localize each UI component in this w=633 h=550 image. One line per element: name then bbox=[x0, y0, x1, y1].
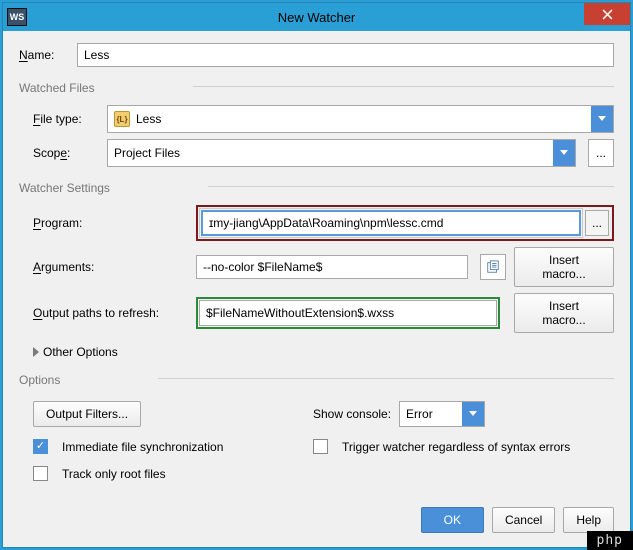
chevron-down-icon bbox=[462, 402, 484, 426]
dialog-content: Name: Watched Files File type: {L} Less … bbox=[3, 31, 630, 496]
section-title-settings: Watcher Settings bbox=[19, 181, 110, 195]
program-browse-button[interactable]: ... bbox=[585, 210, 609, 236]
section-title-watched: Watched Files bbox=[19, 81, 95, 95]
cancel-button[interactable]: Cancel bbox=[492, 507, 555, 533]
separator bbox=[158, 378, 614, 379]
separator bbox=[193, 86, 614, 87]
help-button[interactable]: Help bbox=[563, 507, 614, 533]
insert-macro-output-button[interactable]: Insert macro... bbox=[514, 293, 614, 333]
ok-button[interactable]: OK bbox=[421, 507, 484, 533]
track-root-label: Track only root files bbox=[62, 467, 166, 481]
show-console-cell: Show console: Error bbox=[313, 401, 614, 427]
filetype-row: File type: {L} Less bbox=[19, 105, 614, 133]
chevron-down-icon bbox=[553, 140, 575, 166]
show-console-label: Show console: bbox=[313, 407, 391, 421]
watched-files-section: Watched Files bbox=[19, 73, 614, 99]
trigger-watcher-label: Trigger watcher regardless of syntax err… bbox=[342, 440, 570, 454]
output-filters-cell: Output Filters... bbox=[33, 401, 313, 427]
watermark: php bbox=[587, 531, 633, 550]
chevron-down-icon bbox=[591, 106, 613, 132]
scope-value: Project Files bbox=[114, 146, 180, 160]
show-console-dropdown[interactable]: Error bbox=[399, 401, 485, 427]
checkbox-checked-icon: ✓ bbox=[33, 439, 48, 454]
output-input[interactable] bbox=[199, 300, 497, 326]
show-console-value: Error bbox=[406, 407, 433, 421]
arguments-label: Arguments: bbox=[33, 260, 188, 274]
arguments-row: Arguments: Insert macro... bbox=[19, 247, 614, 287]
options-grid: Output Filters... Show console: Error ✓ … bbox=[19, 401, 614, 481]
program-input[interactable] bbox=[201, 210, 581, 236]
checkbox-icon bbox=[33, 466, 48, 481]
immediate-sync-checkbox[interactable]: ✓ Immediate file synchronization bbox=[33, 439, 313, 454]
output-filters-button[interactable]: Output Filters... bbox=[33, 401, 141, 427]
scope-label: Scope: bbox=[33, 146, 99, 160]
filetype-dropdown[interactable]: {L} Less bbox=[107, 105, 614, 133]
close-icon bbox=[602, 9, 613, 20]
filetype-value: Less bbox=[136, 112, 161, 126]
dialog-window: WS New Watcher Name: Watched Files File … bbox=[2, 2, 631, 548]
track-root-checkbox[interactable]: Track only root files bbox=[33, 466, 313, 481]
program-highlight: ... bbox=[196, 205, 614, 241]
app-icon: WS bbox=[7, 8, 27, 26]
program-label: Program: bbox=[33, 216, 188, 230]
close-button[interactable] bbox=[584, 3, 630, 25]
checkbox-icon bbox=[313, 439, 328, 454]
section-title-options: Options bbox=[19, 373, 60, 387]
name-row: Name: bbox=[19, 43, 614, 67]
scope-dropdown[interactable]: Project Files bbox=[107, 139, 576, 167]
name-label: Name: bbox=[19, 48, 69, 62]
immediate-sync-label: Immediate file synchronization bbox=[62, 440, 223, 454]
separator bbox=[208, 186, 614, 187]
dialog-title: New Watcher bbox=[278, 10, 356, 25]
expand-icon bbox=[486, 260, 500, 274]
output-label: Output paths to refresh: bbox=[33, 306, 188, 320]
other-options-toggle[interactable]: Other Options bbox=[19, 345, 614, 359]
watcher-settings-section: Watcher Settings bbox=[19, 173, 614, 199]
scope-row: Scope: Project Files ... bbox=[19, 139, 614, 167]
output-highlight bbox=[196, 297, 500, 329]
titlebar: WS New Watcher bbox=[3, 3, 630, 31]
output-row: Output paths to refresh: Insert macro... bbox=[19, 293, 614, 333]
scope-ellipsis-button[interactable]: ... bbox=[588, 139, 614, 167]
dialog-footer: OK Cancel Help bbox=[3, 496, 630, 547]
less-file-icon: {L} bbox=[114, 111, 130, 127]
trigger-watcher-checkbox[interactable]: Trigger watcher regardless of syntax err… bbox=[313, 439, 614, 454]
options-section: Options bbox=[19, 365, 614, 391]
name-input[interactable] bbox=[77, 43, 614, 67]
triangle-right-icon bbox=[33, 347, 39, 357]
program-row: Program: ... bbox=[19, 205, 614, 241]
expand-arguments-button[interactable] bbox=[480, 254, 506, 280]
filetype-label: File type: bbox=[33, 112, 99, 126]
insert-macro-arguments-button[interactable]: Insert macro... bbox=[514, 247, 614, 287]
arguments-input[interactable] bbox=[196, 255, 468, 279]
other-options-label: Other Options bbox=[43, 345, 118, 359]
